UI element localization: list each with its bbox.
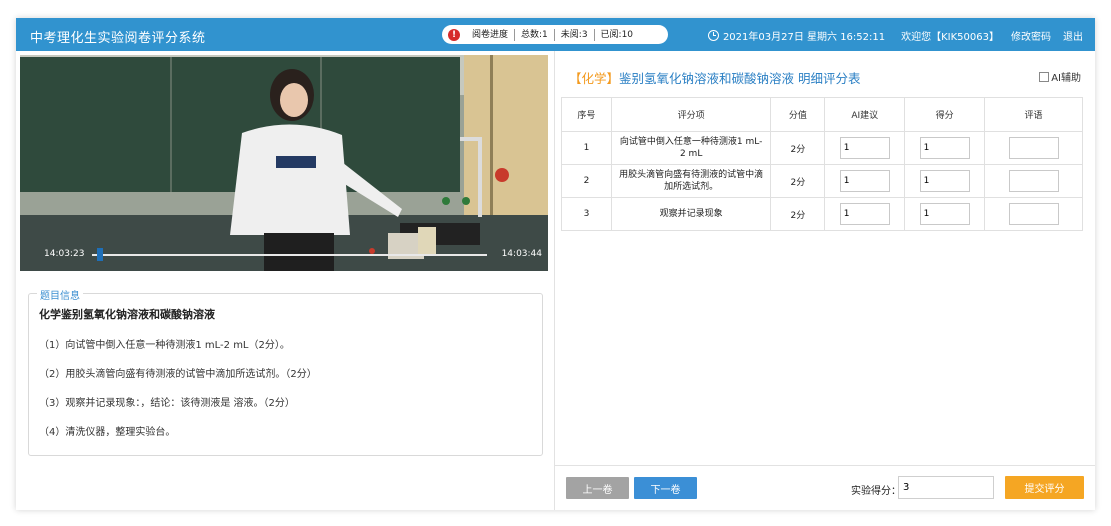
table-header-row: 序号 评分项 分值 AI建议 得分 评语: [561, 97, 1083, 132]
header-right: 2021年03月27日 星期六 16:52:11 欢迎您【KIK50063】 修…: [707, 28, 1083, 43]
row-comment-cell: [984, 131, 1083, 165]
clock-icon: [707, 30, 719, 41]
col-header-comment: 评语: [984, 97, 1083, 132]
current-time: 14:03:23: [44, 249, 85, 259]
row-no: 3: [561, 197, 612, 231]
welcome-text: 欢迎您【KIK50063】: [901, 32, 999, 43]
row-points: 2分: [770, 131, 826, 165]
row-ai-cell: [824, 197, 906, 231]
question-step: （1）向试管中倒入任意一种待测液1 mL-2 mL（2分）。: [39, 340, 290, 351]
top-header: 中考理化生实验阅卷评分系统 ! 阅卷进度 总数:1 未阅:3 已阅:10 202…: [16, 18, 1095, 51]
seek-bar[interactable]: [92, 254, 487, 256]
score-input[interactable]: [919, 170, 970, 192]
total-count: 总数:1: [515, 28, 555, 41]
subject-tag: 【化学】: [569, 71, 620, 86]
ai-assist-checkbox[interactable]: [1039, 71, 1050, 82]
table-row: 2 用胶头滴管向盛有待测液的试管中滴加所选试剂。 2分: [561, 164, 1083, 198]
row-no: 1: [561, 131, 612, 165]
score-sheet-title: 【化学】鉴别氢氧化钠溶液和碳酸钠溶液 明细评分表: [569, 68, 861, 87]
seek-handle[interactable]: [96, 248, 103, 261]
col-header-ai: AI建议: [824, 97, 906, 132]
row-points: 2分: [770, 164, 826, 198]
row-item: 观察并记录现象: [610, 197, 772, 231]
question-step: （4）清洗仪器，整理实验台。: [39, 427, 176, 438]
unread-count: 未阅:3: [555, 28, 595, 41]
col-header-no: 序号: [561, 97, 612, 132]
row-ai-cell: [824, 164, 906, 198]
row-points: 2分: [770, 197, 826, 231]
logout-link[interactable]: 退出: [1063, 28, 1083, 43]
col-header-points: 分值: [770, 97, 826, 132]
end-time: 14:03:44: [501, 249, 542, 259]
col-header-score: 得分: [904, 97, 986, 132]
question-step: （3）观察并记录现象：，结论：该待测液是 溶液。（2分）: [39, 398, 295, 409]
ai-assist-label: AI辅助: [1051, 73, 1081, 84]
change-password-link[interactable]: 修改密码: [1011, 28, 1051, 43]
ai-suggestion-input[interactable]: [839, 137, 890, 159]
question-step: （2）用胶头滴管向盛有待测液的试管中滴加所选试剂。（2分）: [39, 369, 317, 380]
video-player[interactable]: 14:03:23 14:03:44: [20, 55, 548, 271]
question-info-legend: 题目信息: [37, 287, 83, 302]
score-input[interactable]: [919, 137, 970, 159]
ai-suggestion-input[interactable]: [839, 203, 890, 225]
progress-label: 阅卷进度: [466, 28, 516, 41]
table-row: 3 观察并记录现象 2分: [561, 197, 1083, 231]
total-score-label: 实验得分：: [851, 486, 901, 497]
row-item: 向试管中倒入任意一种待测液1 mL-2 mL: [610, 131, 772, 165]
comment-input[interactable]: [1008, 170, 1059, 192]
row-comment-cell: [984, 164, 1083, 198]
row-no: 2: [561, 164, 612, 198]
bottom-divider: [555, 465, 1095, 466]
progress-pill: ! 阅卷进度 总数:1 未阅:3 已阅:10: [442, 25, 668, 44]
app-title: 中考理化生实验阅卷评分系统: [30, 31, 206, 46]
prev-paper-button[interactable]: 上一卷: [566, 477, 629, 499]
total-score-input[interactable]: [898, 476, 994, 499]
score-sheet-name: 鉴别氢氧化钠溶液和碳酸钠溶液 明细评分表: [619, 71, 861, 86]
table-row: 1 向试管中倒入任意一种待测液1 mL-2 mL 2分: [561, 131, 1083, 165]
alert-icon: !: [448, 28, 460, 41]
score-table: 序号 评分项 分值 AI建议 得分 评语 1 向试管中倒入任意一种待测液1 mL…: [561, 97, 1083, 231]
ai-assist-toggle[interactable]: AI辅助: [1039, 69, 1081, 84]
app-window: 中考理化生实验阅卷评分系统 ! 阅卷进度 总数:1 未阅:3 已阅:10 202…: [16, 18, 1095, 510]
row-score-cell: [904, 164, 986, 198]
ai-suggestion-input[interactable]: [839, 170, 890, 192]
question-title: 化学鉴别氢氧化钠溶液和碳酸钠溶液: [39, 308, 215, 321]
row-comment-cell: [984, 197, 1083, 231]
datetime: 2021年03月27日 星期六 16:52:11: [722, 32, 886, 43]
row-score-cell: [904, 131, 986, 165]
col-header-item: 评分项: [610, 97, 772, 132]
submit-score-button[interactable]: 提交评分: [1005, 476, 1084, 499]
row-score-cell: [904, 197, 986, 231]
video-frame: [20, 55, 548, 271]
comment-input[interactable]: [1008, 203, 1059, 225]
row-ai-cell: [824, 131, 906, 165]
question-info-panel: 题目信息 化学鉴别氢氧化钠溶液和碳酸钠溶液 （1）向试管中倒入任意一种待测液1 …: [28, 287, 543, 456]
scoring-panel: 【化学】鉴别氢氧化钠溶液和碳酸钠溶液 明细评分表 AI辅助 序号 评分项 分值 …: [554, 51, 1095, 510]
read-count: 已阅:10: [600, 29, 634, 40]
comment-input[interactable]: [1008, 137, 1059, 159]
row-item: 用胶头滴管向盛有待测液的试管中滴加所选试剂。: [610, 164, 772, 198]
score-input[interactable]: [919, 203, 970, 225]
next-paper-button[interactable]: 下一卷: [634, 477, 697, 499]
